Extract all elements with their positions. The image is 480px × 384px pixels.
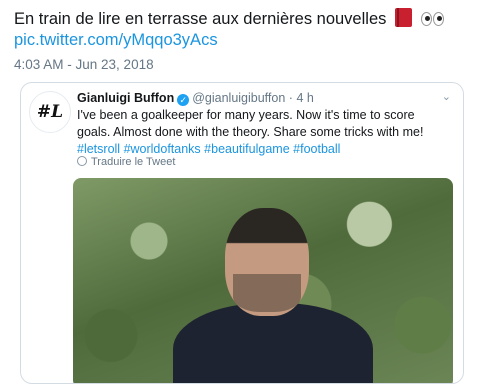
quoted-tweet-body: I've been a goalkeeper for many years. N…: [77, 107, 451, 158]
avatar[interactable]: #L: [29, 91, 71, 133]
quoted-tweet-header: Gianluigi Buffon ✓ @gianluigibuffon · 4 h: [77, 91, 314, 106]
hashtag-letsroll[interactable]: #letsroll: [77, 142, 120, 156]
author-name[interactable]: Gianluigi Buffon: [77, 91, 174, 105]
eyes-icon: [420, 10, 445, 32]
avatar-logo-text: #L: [36, 102, 64, 122]
quoted-tweet-card[interactable]: #L Gianluigi Buffon ✓ @gianluigibuffon · 4…: [20, 82, 464, 384]
quoted-tweet-text: I've been a goalkeeper for many years. N…: [77, 108, 424, 139]
translate-label: Traduire le Tweet: [91, 156, 176, 168]
tweet-media-link[interactable]: pic.twitter.com/yMqqo3yAcs: [14, 31, 218, 50]
photo-person-beard: [233, 274, 301, 312]
tweet-text-content: En train de lire en terrasse aux dernièr…: [14, 10, 387, 28]
header-separator: ·: [288, 91, 293, 105]
globe-icon: [77, 156, 87, 166]
tweet-text: En train de lire en terrasse aux dernièr…: [14, 8, 472, 32]
tweet-timestamp[interactable]: 4:03 AM - Jun 23, 2018: [14, 57, 154, 72]
tweet-age[interactable]: 4 h: [296, 91, 313, 105]
tweet-photo[interactable]: [73, 178, 453, 383]
hashtag-beautifulgame[interactable]: #beautifulgame: [204, 142, 289, 156]
verified-badge-icon: ✓: [177, 94, 190, 106]
author-handle[interactable]: @gianluigibuffon: [192, 91, 285, 105]
hashtag-worldoftanks[interactable]: #worldoftanks: [124, 142, 201, 156]
closed-book-icon: [394, 8, 412, 27]
chevron-down-icon[interactable]: ⌄: [442, 90, 451, 103]
translate-tweet-button[interactable]: Traduire le Tweet: [77, 156, 175, 168]
hashtag-football[interactable]: #football: [293, 142, 340, 156]
